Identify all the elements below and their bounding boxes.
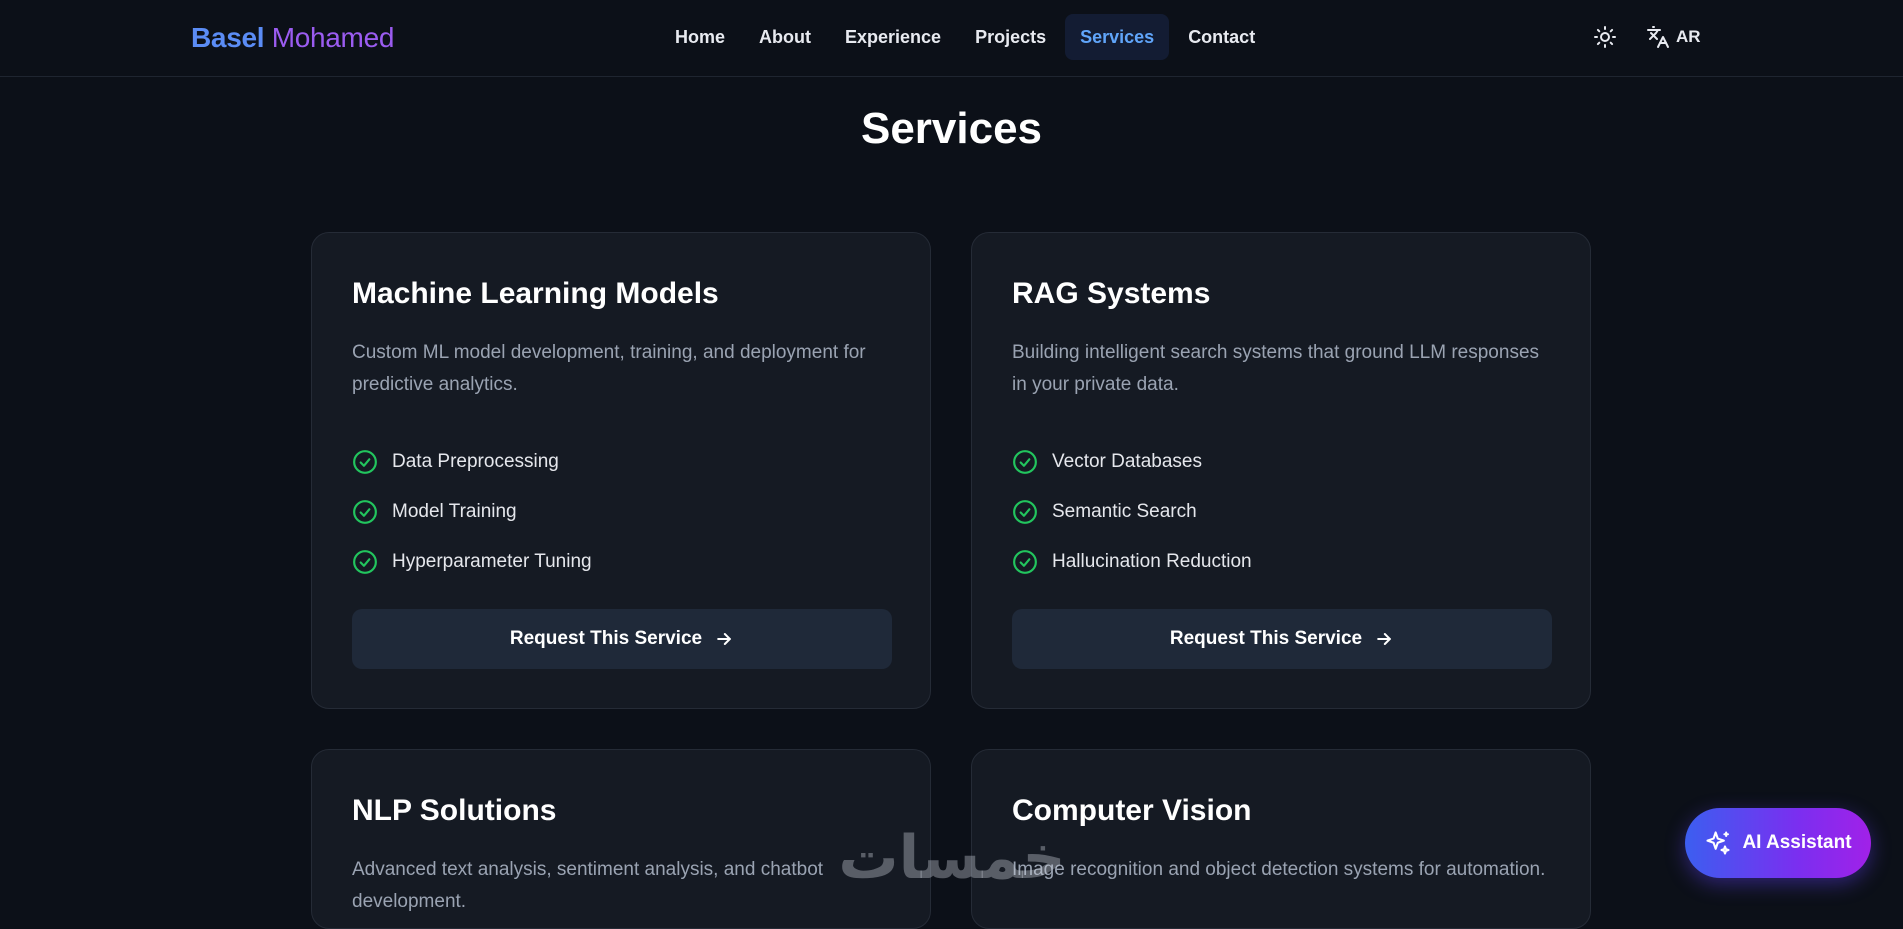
card-description: Advanced text analysis, sentiment analys… xyxy=(352,859,824,912)
feature-list: Data Preprocessing Model Training Hyperp… xyxy=(352,437,592,587)
ai-assistant-button[interactable]: AI Assistant xyxy=(1685,808,1871,878)
request-service-button[interactable]: Request This Service xyxy=(352,609,892,669)
feature-item: Hallucination Reduction xyxy=(1012,537,1252,587)
feature-item: Hyperparameter Tuning xyxy=(352,537,592,587)
nav-link-projects[interactable]: Projects xyxy=(960,14,1061,60)
language-label: AR xyxy=(1676,27,1701,46)
feature-label: Model Training xyxy=(392,501,517,522)
request-service-label: Request This Service xyxy=(509,628,703,649)
feature-list: Vector Databases Semantic Search Halluci… xyxy=(1012,437,1252,587)
brand-last-name: Mohamed xyxy=(271,22,395,53)
main-nav: Home About Experience Projects Services … xyxy=(660,14,1270,60)
watermark-logo: خمسات xyxy=(838,823,1066,893)
nav-link-services[interactable]: Services xyxy=(1065,14,1170,60)
ai-assistant-label: AI Assistant xyxy=(1742,832,1852,853)
request-service-label: Request This Service xyxy=(1169,628,1363,649)
theme-toggle-button[interactable] xyxy=(1590,22,1620,52)
nav-link-home[interactable]: Home xyxy=(660,14,740,60)
sparkles-icon xyxy=(1706,831,1730,855)
service-card-rag: RAG Systems Building intelligent search … xyxy=(971,232,1591,709)
feature-label: Hallucination Reduction xyxy=(1052,551,1252,572)
feature-item: Vector Databases xyxy=(1012,437,1252,487)
feature-label: Hyperparameter Tuning xyxy=(392,551,592,572)
page-title: Services xyxy=(860,104,1043,153)
nav-link-contact[interactable]: Contact xyxy=(1173,14,1270,60)
card-description: Building intelligent search systems that… xyxy=(1012,342,1540,395)
arrow-right-icon xyxy=(1377,633,1391,645)
check-circle-icon xyxy=(353,500,377,524)
brand-first-name: Basel xyxy=(191,22,265,53)
language-toggle-button[interactable]: AR xyxy=(1646,22,1701,52)
feature-label: Data Preprocessing xyxy=(392,451,559,472)
request-service-button[interactable]: Request This Service xyxy=(1012,609,1552,669)
check-circle-icon xyxy=(353,450,377,474)
card-description: Image recognition and object detection s… xyxy=(1012,859,1546,880)
feature-label: Semantic Search xyxy=(1052,501,1197,522)
card-description: Custom ML model development, training, a… xyxy=(352,342,866,395)
check-circle-icon xyxy=(1013,550,1037,574)
card-title: RAG Systems xyxy=(1012,277,1211,310)
feature-item: Data Preprocessing xyxy=(352,437,592,487)
service-card-ml: Machine Learning Models Custom ML model … xyxy=(311,232,931,709)
check-circle-icon xyxy=(1013,500,1037,524)
translate-icon xyxy=(1647,26,1669,48)
check-circle-icon xyxy=(1013,450,1037,474)
card-title: Machine Learning Models xyxy=(352,277,719,310)
card-title: NLP Solutions xyxy=(352,794,557,827)
check-circle-icon xyxy=(353,550,377,574)
brand-logo[interactable]: Basel Mohamed xyxy=(191,21,394,55)
nav-link-experience[interactable]: Experience xyxy=(830,14,956,60)
nav-link-about[interactable]: About xyxy=(744,14,826,60)
arrow-right-icon xyxy=(717,633,731,645)
feature-label: Vector Databases xyxy=(1052,451,1202,472)
top-navbar: Basel Mohamed Home About Experience Proj… xyxy=(0,0,1903,77)
feature-item: Model Training xyxy=(352,487,592,537)
feature-item: Semantic Search xyxy=(1012,487,1252,537)
sun-icon xyxy=(1594,26,1616,48)
